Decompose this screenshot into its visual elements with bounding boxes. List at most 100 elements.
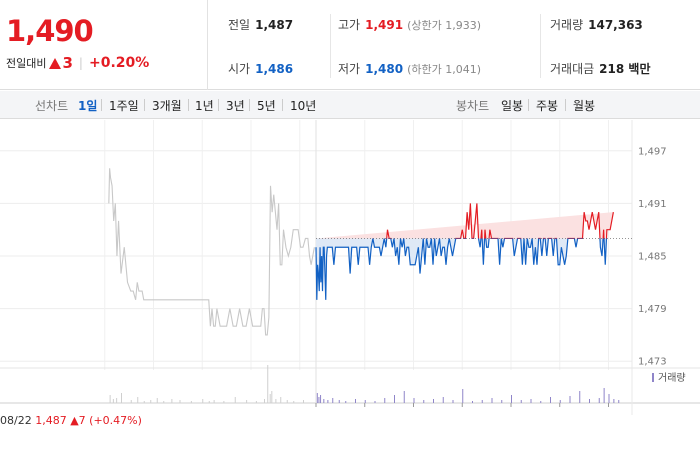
y-tick-label: 1,491 [638,199,667,210]
volume-bar [481,400,483,403]
prev-day-rate: (+0.47%) [89,414,142,427]
prev-volume-bar [179,400,181,403]
prev-volume-bar [171,399,173,403]
volume-bar [472,401,473,403]
y-axis-ticks: 1,497 1,491 1,485 1,479 1,473 [638,146,667,367]
volume-bar [501,400,503,403]
divider [282,99,283,111]
candle-option-weekly[interactable]: 주봉 [536,97,558,114]
volume-bar [569,396,571,403]
open-label: 시가 [228,62,251,76]
y-tick-label: 1,473 [638,357,667,368]
low-value: 1,480 [365,62,404,76]
prev-volume-bar [156,398,158,403]
change-amount: 3 [62,54,73,72]
prev-day-price: 1,487 [35,414,67,427]
candle-option-monthly[interactable]: 월봉 [573,97,595,114]
period-option-3y[interactable]: 3년 [226,97,245,114]
divider [218,99,219,111]
prev-volume-bar [255,401,257,403]
volume-bar [320,395,322,403]
volume-bar [608,394,610,403]
prev-volume-bar [271,391,273,403]
volume-bar [603,388,605,403]
volume-bar [579,391,581,403]
volume-bar [316,393,318,403]
volume-bar [332,398,334,403]
prev-volume-bar [234,397,236,403]
volume-bar [355,399,356,403]
volume-bar [462,389,464,403]
prev-close-value: 1,487 [255,18,294,32]
volume-bar [394,395,395,403]
volume-bar [403,391,405,403]
volume-value: 147,363 [588,18,643,32]
prev-volume-bar [109,395,111,403]
quote-header: 1,490 전일대비 3 | +0.20% 전일 1,487 시가 1,486 고가… [0,0,700,90]
prev-volume-bar [280,397,282,403]
volume-bar [618,400,620,403]
candle-option-daily[interactable]: 일봉 [501,97,523,114]
prev-volume-bar [112,399,114,403]
prev-volume-bar [223,401,225,403]
volume-bar [413,398,415,403]
volume-bar [318,397,320,403]
prev-volume-bar [130,400,132,403]
prev-day-line [108,168,315,336]
divider [249,99,250,111]
open-stat: 시가 1,486 [228,60,293,77]
prev-volume-bar [293,401,295,403]
volume-bar [323,399,325,403]
volume-bar [327,400,329,403]
volume-bar [520,400,522,403]
prev-volume-bar [275,399,277,403]
volume-bars [109,365,620,403]
current-price: 1,490 [6,14,94,48]
volume-bar [374,401,376,403]
divider [188,99,189,111]
line-chart-title: 선차트 [35,99,69,113]
volume-bar [540,401,542,403]
prev-volume-bar [286,400,288,403]
up-triangle-icon [49,57,62,69]
period-selector-bar: 선차트 1일 1주일 3개월 1년 3년 5년 10년 봉차트 일봉 주봉 월봉 [0,91,700,119]
prev-day-date: 08/22 [0,414,32,427]
prev-volume-bar [163,401,165,403]
volume-bar [433,399,434,403]
prev-volume-bar [213,400,215,403]
price-chart: 1,497 1,491 1,485 1,479 1,473 08/2310:0011:0… [0,120,700,415]
prev-close-stat: 전일 1,487 [228,16,293,33]
high-label: 고가 [338,18,361,32]
upper-limit: (상한가 1,933) [407,19,481,32]
high-stat: 고가 1,491 (상한가 1,933) [338,16,481,33]
volume-bar [452,400,454,403]
volume-bar [338,400,340,403]
volume-label: 거래량 [550,18,584,32]
volume-bar [550,397,551,403]
above-prev-close-area [316,203,614,239]
period-option-1d[interactable]: 1일 [78,97,97,114]
prev-day-series [108,168,315,336]
volume-bar [613,399,615,403]
period-option-1w[interactable]: 1주일 [109,97,139,114]
period-option-3m[interactable]: 3개월 [152,97,182,114]
prev-volume-bar [269,394,271,403]
high-value: 1,491 [365,18,404,32]
low-stat: 저가 1,480 (하한가 1,041) [338,60,481,77]
prev-day-note: 08/22 1,487 ▲7 (+0.47%) [0,414,142,427]
period-option-1y[interactable]: 1년 [195,97,214,114]
prev-volume-bar [264,399,265,403]
volume-bar [442,397,444,403]
stat-divider [540,14,541,78]
amount-stat: 거래대금 218 백만 [550,60,650,77]
volume-legend-label: 거래량 [658,372,686,384]
divider [565,99,566,111]
stock-chart-widget: 1,490 전일대비 3 | +0.20% 전일 1,487 시가 1,486 고가… [0,0,700,450]
y-tick-label: 1,485 [638,252,667,263]
volume-bar [598,398,600,403]
volume-bar [589,399,590,403]
change-rate: +0.20% [88,55,150,71]
period-option-10y[interactable]: 10년 [290,97,316,114]
period-option-5y[interactable]: 5년 [257,97,276,114]
prev-volume-bar [208,401,210,403]
